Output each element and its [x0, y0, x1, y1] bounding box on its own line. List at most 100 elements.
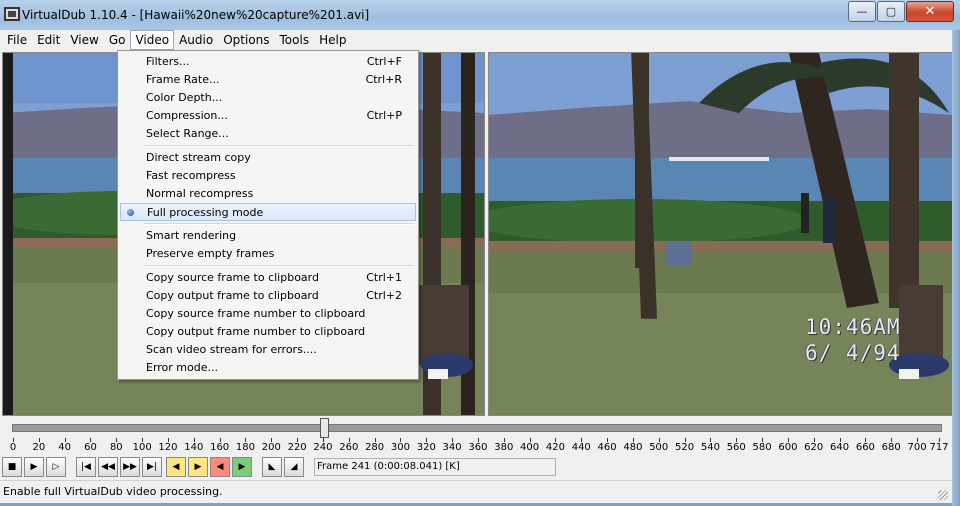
step-forward-button[interactable]: ▶▶: [120, 457, 140, 477]
menu-item-label: Fast recompress: [146, 169, 236, 182]
maximize-button[interactable]: ▢: [877, 1, 905, 22]
menu-item-label: Color Depth...: [146, 91, 223, 104]
radio-selected-icon: [127, 209, 134, 216]
menu-audio[interactable]: Audio: [174, 30, 218, 50]
timeline-tick-label: 700: [907, 442, 927, 453]
timeline-tick-label: 160: [210, 442, 230, 453]
frame-indicator[interactable]: Frame 241 (0:00:08.041) [K]: [314, 458, 556, 476]
timeline-tick-label: 360: [468, 442, 488, 453]
menu-item-error-mode[interactable]: Error mode...: [120, 359, 416, 377]
mark-out-button[interactable]: ◢: [284, 457, 304, 477]
video-menu-dropdown: Filters... Ctrl+F Frame Rate... Ctrl+R Color…: [117, 50, 419, 380]
menu-separator: [144, 145, 414, 147]
camcorder-date-stamp: 6/ 4/94: [805, 341, 901, 365]
position-track[interactable]: [12, 424, 942, 432]
next-scene-button[interactable]: ▶: [232, 457, 252, 477]
timeline-tick-label: 180: [235, 442, 255, 453]
timeline-tick-label: 40: [58, 442, 72, 453]
status-text: Enable full VirtualDub video processing.: [3, 485, 223, 498]
resize-grip[interactable]: [938, 490, 948, 500]
menu-video[interactable]: Video: [130, 30, 175, 50]
menu-item-full-processing-mode[interactable]: Full processing mode: [120, 203, 416, 221]
step-back-button[interactable]: ◀◀: [98, 457, 118, 477]
timeline: 0 20 40 60 80 100 120 140 160 180 200 220 240 260 280 3…: [0, 416, 952, 456]
timeline-tick-label: 380: [494, 442, 514, 453]
menu-item-shortcut: Ctrl+2: [366, 289, 402, 302]
go-to-end-button[interactable]: ▶|: [142, 457, 162, 477]
status-bar: Enable full VirtualDub video processing.: [0, 480, 952, 503]
virtualdub-app-icon[interactable]: [4, 7, 20, 21]
menu-item-scan-video-stream-for-errors[interactable]: Scan video stream for errors....: [120, 341, 416, 359]
menu-options[interactable]: Options: [218, 30, 274, 50]
menu-item-label: Normal recompress: [146, 187, 254, 200]
timeline-tick-label: 200: [261, 442, 281, 453]
playback-toolbar: ■ ▶ ▷ |◀ ◀◀ ▶▶ ▶| ◀ ▶ ◀ ▶ ◣ ◢ Frame 241 …: [0, 456, 952, 480]
output-video-pane[interactable]: 10:46AM 6/ 4/94: [488, 52, 953, 416]
menu-item-fast-recompress[interactable]: Fast recompress: [120, 167, 416, 185]
timeline-tick-label: 280: [365, 442, 385, 453]
mark-in-button[interactable]: ◣: [262, 457, 282, 477]
menu-file[interactable]: File: [2, 30, 32, 50]
prev-scene-button[interactable]: ◀: [210, 457, 230, 477]
play-input-button[interactable]: ▶: [24, 457, 44, 477]
menu-item-label: Scan video stream for errors....: [146, 343, 317, 356]
timeline-tick-label: 80: [109, 442, 123, 453]
timeline-tick-label: 480: [623, 442, 643, 453]
menu-help[interactable]: Help: [314, 30, 351, 50]
timeline-tick-label: 320: [416, 442, 436, 453]
timeline-tick-label: 220: [287, 442, 307, 453]
menu-item-label: Frame Rate...: [146, 73, 220, 86]
menu-item-label: Preserve empty frames: [146, 247, 275, 260]
menu-item-label: Smart rendering: [146, 229, 237, 242]
timeline-tick-label: 560: [726, 442, 746, 453]
menu-item-label: Filters...: [146, 55, 190, 68]
timeline-tick-label: 680: [881, 442, 901, 453]
menu-item-copy-output-frame-to-clipboard[interactable]: Copy output frame to clipboard Ctrl+2: [120, 287, 416, 305]
timeline-tick-label: 540: [700, 442, 720, 453]
timeline-tick-label: 420: [545, 442, 565, 453]
menu-item-label: Full processing mode: [147, 206, 264, 219]
menu-item-preserve-empty-frames[interactable]: Preserve empty frames: [120, 245, 416, 263]
stop-button[interactable]: ■: [2, 457, 22, 477]
timeline-tick-label: 340: [442, 442, 462, 453]
position-slider-thumb[interactable]: [320, 418, 330, 438]
timeline-tick-label: 400: [520, 442, 540, 453]
menu-item-smart-rendering[interactable]: Smart rendering: [120, 227, 416, 245]
menu-edit[interactable]: Edit: [32, 30, 65, 50]
timeline-tick-label: 460: [597, 442, 617, 453]
timeline-tick-label: 620: [804, 442, 824, 453]
menu-bar: File Edit View Go Video Audio Options To…: [0, 30, 954, 50]
menu-view[interactable]: View: [65, 30, 103, 50]
next-keyframe-button[interactable]: ▶: [188, 457, 208, 477]
menu-item-label: Error mode...: [146, 361, 218, 374]
menu-item-copy-source-frame-number-to-clipboard[interactable]: Copy source frame number to clipboard: [120, 305, 416, 323]
menu-go[interactable]: Go: [104, 30, 131, 50]
timeline-tick-label: 300: [390, 442, 410, 453]
menu-item-direct-stream-copy[interactable]: Direct stream copy: [120, 149, 416, 167]
timeline-tick-label: 717: [929, 442, 949, 453]
menu-tools[interactable]: Tools: [275, 30, 315, 50]
menu-item-copy-source-frame-to-clipboard[interactable]: Copy source frame to clipboard Ctrl+1: [120, 269, 416, 287]
timeline-tick-label: 60: [84, 442, 97, 453]
menu-item-normal-recompress[interactable]: Normal recompress: [120, 185, 416, 203]
menu-item-select-range[interactable]: Select Range...: [120, 125, 416, 143]
menu-item-shortcut: Ctrl+R: [365, 73, 402, 86]
prev-keyframe-button[interactable]: ◀: [166, 457, 186, 477]
window-title: VirtualDub 1.10.4 - [Hawaii%20new%20capt…: [22, 8, 370, 22]
close-button[interactable]: ✕: [906, 1, 954, 22]
menu-item-filters[interactable]: Filters... Ctrl+F: [120, 53, 416, 71]
menu-item-compression[interactable]: Compression... Ctrl+P: [120, 107, 416, 125]
timeline-tick-label: 440: [571, 442, 591, 453]
timeline-tick-label: 640: [830, 442, 850, 453]
play-output-button[interactable]: ▷: [46, 457, 66, 477]
menu-item-label: Copy output frame number to clipboard: [146, 325, 366, 338]
timeline-tick-label: 520: [675, 442, 695, 453]
minimize-button[interactable]: —: [848, 1, 876, 22]
timeline-tick-label: 20: [32, 442, 46, 453]
window-border: [952, 30, 960, 506]
menu-item-color-depth[interactable]: Color Depth...: [120, 89, 416, 107]
menu-item-label: Copy source frame to clipboard: [146, 271, 319, 284]
go-to-start-button[interactable]: |◀: [76, 457, 96, 477]
menu-item-frame-rate[interactable]: Frame Rate... Ctrl+R: [120, 71, 416, 89]
menu-item-copy-output-frame-number-to-clipboard[interactable]: Copy output frame number to clipboard: [120, 323, 416, 341]
